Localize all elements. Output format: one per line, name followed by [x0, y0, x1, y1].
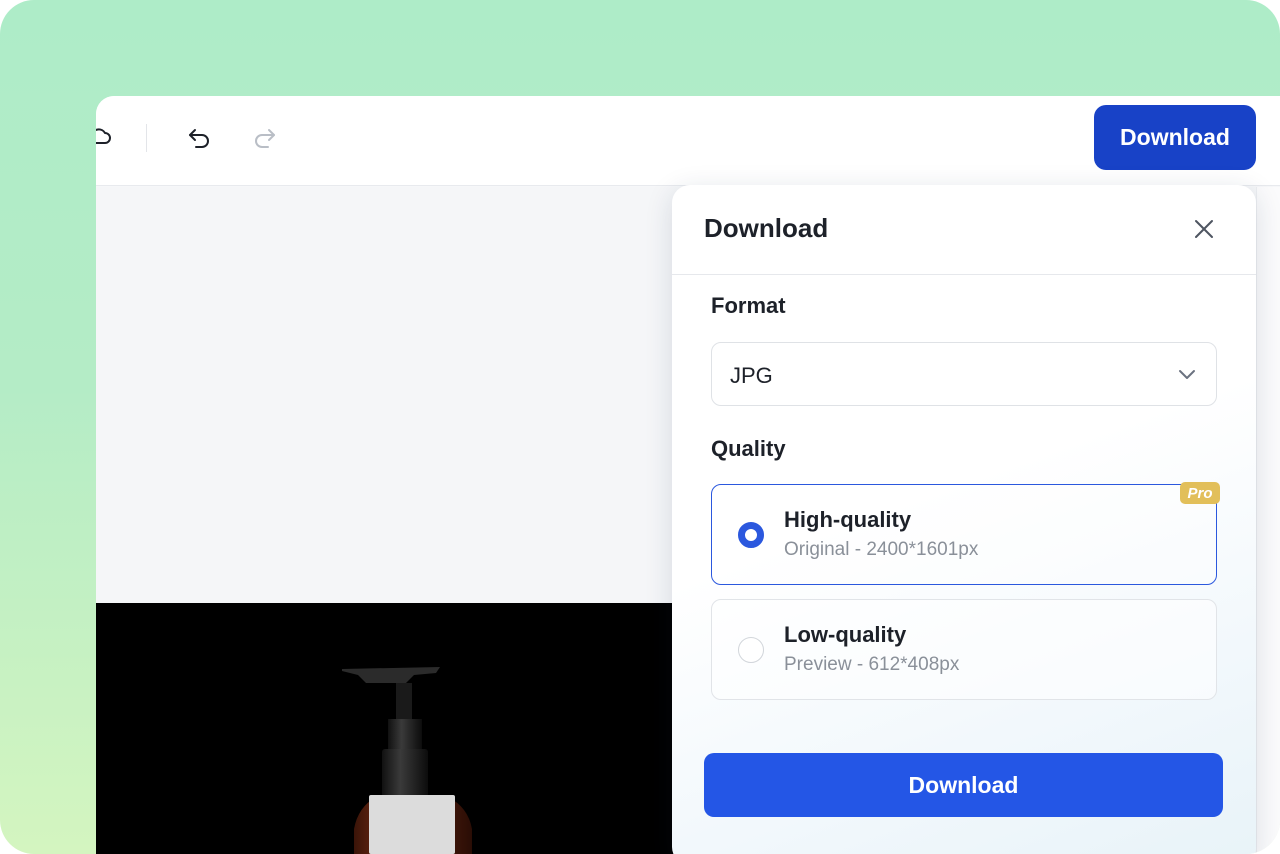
pro-badge: Pro	[1180, 482, 1220, 504]
format-select[interactable]: JPG	[711, 342, 1217, 406]
product-image	[96, 603, 686, 854]
quality-label: Quality	[711, 436, 786, 461]
format-value: JPG	[730, 363, 773, 388]
redo-icon[interactable]	[249, 122, 279, 152]
chevron-down-icon	[1176, 363, 1198, 385]
option-subtitle: Preview - 612*408px	[784, 654, 960, 675]
format-label: Format	[711, 293, 786, 318]
dialog-title: Download	[704, 213, 829, 243]
radio-selected[interactable]	[738, 522, 764, 548]
download-dialog: Download Format JPG Quality High-quality…	[672, 185, 1256, 854]
quality-option-high[interactable]: High-quality Original - 2400*1601px Pro	[711, 482, 1220, 585]
undo-icon[interactable]	[185, 122, 215, 152]
dialog-download-button[interactable]: Download	[704, 753, 1223, 817]
dialog-header: Download	[672, 185, 1256, 275]
toolbar-divider	[146, 124, 147, 152]
top-toolbar: Download	[96, 96, 1280, 186]
toolbar-download-button[interactable]: Download	[1094, 105, 1256, 170]
close-icon[interactable]	[1188, 213, 1220, 245]
right-sidebar-edge	[1256, 187, 1280, 854]
option-subtitle: Original - 2400*1601px	[784, 539, 979, 560]
background-frame: Download Download Format JPG Quality Hig…	[0, 0, 1280, 854]
bottle-illustration	[342, 667, 472, 854]
option-title: High-quality	[784, 507, 912, 532]
cloud-icon[interactable]	[96, 122, 114, 152]
option-title: Low-quality	[784, 622, 907, 647]
quality-option-low[interactable]: Low-quality Preview - 612*408px	[711, 599, 1217, 700]
radio-unselected[interactable]	[738, 637, 764, 663]
